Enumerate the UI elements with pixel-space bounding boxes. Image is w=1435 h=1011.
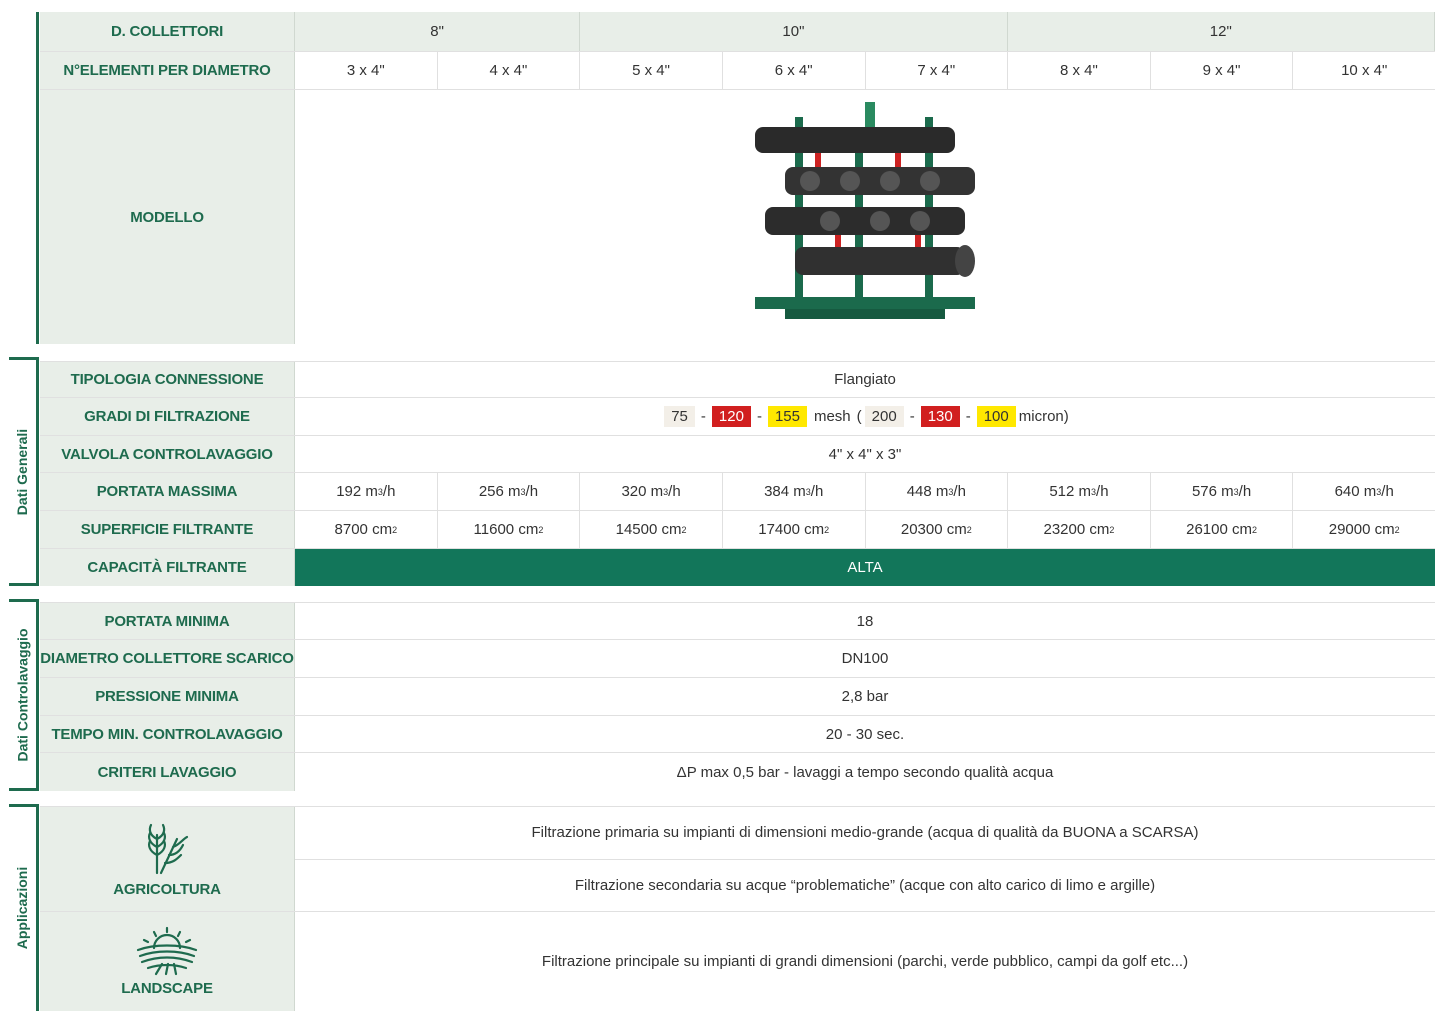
diametro-row: DIAMETRO COLLETTORE SCARICO DN100	[40, 640, 1435, 678]
mesh-155: 155	[767, 406, 807, 427]
elements-label: N°ELEMENTI PER DIAMETRO	[40, 52, 295, 89]
superficie-cell: 29000 cm 2	[1328, 521, 1400, 538]
model-label: MODELLO	[40, 90, 295, 344]
agricoltura-text-1: Filtrazione primaria su impianti di dime…	[295, 807, 1435, 860]
diametro-value: DN100	[841, 650, 889, 667]
valvola-value: 4" x 4" x 3"	[828, 445, 902, 463]
filtrazione-label: GRADI DI FILTRAZIONE	[40, 398, 295, 435]
controlavaggio-section-label: Dati Controlavaggio	[14, 628, 31, 762]
portata-min-label: PORTATA MINIMA	[40, 603, 295, 639]
superficie-row: SUPERFICIE FILTRANTE 8700 cm 2 11600 cm 2 14…	[40, 511, 1435, 549]
agricoltura-cell: AGRICOLTURA	[40, 807, 295, 911]
elements-cell: 6 x 4"	[723, 52, 866, 89]
portata-cell: 320 m 3/h	[580, 473, 723, 510]
filtrazione-row: GRADI DI FILTRAZIONE 75 - 120 - 155 mesh…	[40, 398, 1435, 436]
superficie-cell: 17400 cm 2	[723, 511, 866, 548]
connessione-row: TIPOLOGIA CONNESSIONE Flangiato	[40, 361, 1435, 398]
portata-cell: 384 m 3/h	[723, 473, 866, 510]
agricoltura-label: AGRICOLTURA	[113, 880, 221, 898]
micron-130: 130	[920, 406, 960, 427]
product-image	[295, 90, 1435, 344]
capacita-row: CAPACITÀ FILTRANTE ALTA	[40, 549, 1435, 586]
portata-cells: 192 m 3/h 256 m 3/h 320 m 3/h 384 m 3/h 448 m 3/h…	[295, 473, 1435, 510]
elements-cell: 10 x 4"	[1341, 62, 1388, 79]
connessione-value: Flangiato	[834, 371, 896, 388]
portata-cell: 640 m 3/h	[1334, 483, 1394, 500]
filtrazione-value: 75 - 120 - 155 mesh ( 200 - 130 - 100 mi…	[295, 398, 1435, 435]
landscape-block: LANDSCAPE Filtrazione principale su impi…	[40, 912, 1435, 1011]
diameters-label: D. COLLETTORI	[40, 12, 295, 51]
landscape-icon	[136, 926, 198, 976]
diameter-8: 8"	[295, 12, 581, 51]
capacita-label: CAPACITÀ FILTRANTE	[40, 549, 295, 586]
agricoltura-block: AGRICOLTURA Filtrazione primaria su impi…	[40, 806, 1435, 912]
superficie-cell: 20300 cm 2	[866, 511, 1009, 548]
landscape-text: Filtrazione principale su impianti di gr…	[541, 953, 1189, 970]
elements-cell: 9 x 4"	[1151, 52, 1294, 89]
portata-cell: 576 m 3/h	[1151, 473, 1294, 510]
superficie-cells: 8700 cm 2 11600 cm 2 14500 cm 2 17400 cm 2 20300…	[295, 511, 1435, 548]
elements-cell: 8 x 4"	[1008, 52, 1151, 89]
elements-cell: 5 x 4"	[580, 52, 723, 89]
tempo-value: 20 - 30 sec.	[825, 725, 905, 743]
top-section-bar	[36, 12, 39, 344]
generali-section-label: Dati Generali	[14, 428, 30, 515]
portata-min-value: 18	[856, 612, 874, 630]
elements-cell: 4 x 4"	[438, 52, 581, 89]
capacita-value: ALTA	[295, 549, 1435, 586]
portata-cell: 256 m 3/h	[438, 473, 581, 510]
portata-row: PORTATA MASSIMA 192 m 3/h 256 m 3/h 320 m 3/h…	[40, 473, 1435, 511]
elements-row: N°ELEMENTI PER DIAMETRO 3 x 4" 4 x 4" 5 …	[40, 52, 1435, 90]
diametro-label: DIAMETRO COLLETTORE SCARICO	[40, 640, 295, 677]
criteri-value: ΔP max 0,5 bar - lavaggi a tempo secondo…	[676, 763, 1054, 781]
connessione-label: TIPOLOGIA CONNESSIONE	[40, 362, 295, 397]
wheat-icon	[148, 823, 189, 874]
landscape-label: LANDSCAPE	[121, 980, 213, 997]
applicazioni-section-label: Applicazioni	[14, 866, 31, 949]
portata-cell: 448 m 3/h	[866, 473, 1009, 510]
mesh-120: 120	[711, 406, 751, 427]
superficie-cell: 14500 cm 2	[580, 511, 723, 548]
superficie-label: SUPERFICIE FILTRANTE	[40, 511, 295, 548]
superficie-cell: 8700 cm 2	[295, 511, 438, 548]
diameter-12: 12"	[1008, 12, 1435, 51]
superficie-cell: 11600 cm 2	[438, 511, 581, 548]
pressione-row: PRESSIONE MINIMA 2,8 bar	[40, 678, 1435, 716]
portata-cell: 512 m 3/h	[1008, 473, 1151, 510]
valvola-label: VALVOLA CONTROLAVAGGIO	[40, 436, 295, 472]
diameters-row: D. COLLETTORI 8" 10" 12"	[40, 12, 1435, 52]
criteri-label: CRITERI LAVAGGIO	[40, 753, 295, 791]
landscape-cell: LANDSCAPE	[40, 912, 295, 1011]
tempo-label: TEMPO MIN. CONTROLAVAGGIO	[40, 716, 295, 752]
valvola-row: VALVOLA CONTROLAVAGGIO 4" x 4" x 3"	[40, 436, 1435, 473]
elements-cell: 3 x 4"	[295, 52, 438, 89]
pressione-value: 2,8 bar	[841, 688, 889, 705]
superficie-cell: 23200 cm 2	[1008, 511, 1151, 548]
elements-cell: 7 x 4"	[866, 52, 1009, 89]
tempo-row: TEMPO MIN. CONTROLAVAGGIO 20 - 30 sec.	[40, 716, 1435, 753]
micron-100: 100	[976, 406, 1016, 427]
portata-cell: 192 m 3/h	[295, 473, 438, 510]
filter-assembly-image	[755, 102, 975, 319]
pressione-label: PRESSIONE MINIMA	[40, 678, 295, 715]
micron-200: 200	[864, 406, 904, 427]
mesh-75: 75	[664, 406, 695, 427]
superficie-cell: 26100 cm 2	[1151, 511, 1294, 548]
portata-label: PORTATA MASSIMA	[40, 473, 295, 510]
criteri-row: CRITERI LAVAGGIO ΔP max 0,5 bar - lavagg…	[40, 753, 1435, 791]
portata-min-row: PORTATA MINIMA 18	[40, 602, 1435, 640]
diameter-10: 10"	[580, 12, 1008, 51]
model-row: MODELLO	[40, 90, 1435, 344]
agricoltura-text-2: Filtrazione secondaria su acque “problem…	[574, 876, 1156, 894]
